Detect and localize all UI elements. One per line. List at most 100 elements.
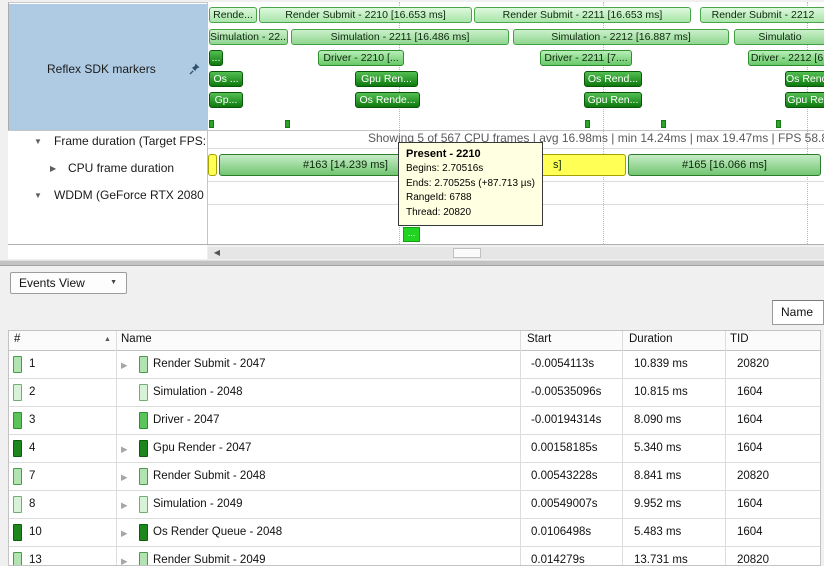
name-filter-box[interactable]: Name (772, 300, 824, 325)
column-header-duration[interactable]: Duration (629, 333, 672, 345)
collapse-arrow-icon[interactable]: ▼ (34, 137, 42, 146)
marker-bar[interactable]: Simulation - 22... (209, 29, 288, 45)
column-divider[interactable] (622, 331, 623, 566)
cpu-frame-bar[interactable]: #165 [16.066 ms] (628, 154, 821, 176)
tree-item-wddm[interactable]: ▼ WDDM (GeForce RTX 2080 SUP (8, 188, 207, 206)
column-divider[interactable] (520, 331, 521, 566)
collapse-arrow-icon[interactable]: ▼ (34, 191, 42, 200)
marker-bar[interactable]: Gpu Re (785, 92, 824, 108)
event-color-chip (13, 552, 22, 566)
column-divider[interactable] (725, 331, 726, 566)
expand-arrow-icon[interactable]: ▶ (121, 472, 128, 483)
tree-item-cpu-frame-duration[interactable]: ▶ CPU frame duration (8, 161, 207, 179)
event-name: Render Submit - 2047 (153, 358, 266, 370)
marker-bar[interactable]: Os ... (209, 71, 243, 87)
event-tid: 1604 (737, 414, 763, 426)
table-row[interactable]: 13▶Render Submit - 20490.014279s13.731 m… (9, 547, 820, 566)
column-header-start[interactable]: Start (527, 333, 551, 345)
marker-bar[interactable]: Simulation - 2211 [16.486 ms] (291, 29, 509, 45)
events-view-label: Events View (19, 276, 85, 290)
row-index: 4 (29, 442, 35, 454)
event-name: Driver - 2047 (153, 414, 219, 426)
tree-item-frame-duration[interactable]: ▼ Frame duration (Target FPS: 60 (8, 134, 207, 152)
present-tick[interactable] (776, 120, 781, 128)
tooltip-line: Begins: 2.70516s (406, 162, 535, 177)
row-index: 10 (29, 526, 42, 538)
marker-bar[interactable]: Render Submit - 2211 [16.653 ms] (474, 7, 691, 23)
marker-bar[interactable]: Render Submit - 2212 (700, 7, 824, 23)
column-header-name[interactable]: Name (121, 333, 152, 345)
scroll-left-arrow-icon[interactable]: ◀ (210, 247, 224, 259)
marker-bar[interactable]: Rende... (209, 7, 257, 23)
event-name: Gpu Render - 2047 (153, 442, 251, 454)
expand-arrow-icon[interactable]: ▶ (121, 500, 128, 511)
expand-arrow-icon[interactable]: ▶ (121, 528, 128, 539)
event-name: Render Submit - 2048 (153, 470, 266, 482)
event-start: 0.014279s (531, 554, 585, 566)
column-divider[interactable] (116, 331, 117, 566)
cpu-frame-bar[interactable] (208, 154, 217, 176)
present-tick[interactable] (585, 120, 590, 128)
expand-arrow-icon[interactable]: ▶ (121, 556, 128, 566)
event-start: 0.00549007s (531, 498, 598, 510)
marker-bar[interactable]: Os Rende... (355, 92, 420, 108)
table-row[interactable]: 8▶Simulation - 20490.00549007s9.952 ms16… (9, 491, 820, 519)
table-row[interactable]: 1▶Render Submit - 2047-0.0054113s10.839 … (9, 351, 820, 379)
present-tick[interactable] (209, 120, 214, 128)
event-color-chip (13, 384, 22, 401)
table-row[interactable]: 4▶Gpu Render - 20470.00158185s5.340 ms16… (9, 435, 820, 463)
tooltip-line: RangeId: 6788 (406, 191, 535, 206)
profiler-window: Reflex SDK markers ▼ Frame duration (Tar… (0, 0, 824, 566)
event-duration: 9.952 ms (634, 498, 681, 510)
marker-bar[interactable]: ... (209, 50, 223, 66)
events-view-dropdown[interactable]: Events View ▼ (10, 272, 127, 294)
event-duration: 10.839 ms (634, 358, 688, 370)
marker-bar[interactable]: Gpu Ren... (584, 92, 642, 108)
wddm-event-chip[interactable]: ... (403, 227, 420, 242)
table-row[interactable]: 2Simulation - 2048-0.00535096s10.815 ms1… (9, 379, 820, 407)
present-tick[interactable] (285, 120, 290, 128)
marker-bar[interactable]: Driver - 2210 [... (318, 50, 404, 66)
expand-arrow-icon[interactable]: ▶ (121, 444, 128, 455)
event-tid: 1604 (737, 442, 763, 454)
column-header-index[interactable]: # (14, 333, 20, 345)
pin-icon[interactable] (189, 62, 201, 75)
event-color-chip (13, 468, 22, 485)
marker-bar[interactable]: Gpu Ren... (355, 71, 418, 87)
chevron-down-icon: ▼ (110, 279, 117, 286)
marker-bar[interactable]: Simulation - 2212 [16.887 ms] (513, 29, 729, 45)
event-start: 0.0106498s (531, 526, 591, 538)
name-filter-label: Name (781, 305, 813, 319)
event-start: 0.00158185s (531, 442, 598, 454)
table-row[interactable]: 10▶Os Render Queue - 20480.0106498s5.483… (9, 519, 820, 547)
event-color-chip (139, 384, 148, 401)
event-color-chip (139, 468, 148, 485)
event-tid: 20820 (737, 470, 769, 482)
marker-bar[interactable]: Driver - 2211 [7.... (540, 50, 632, 66)
event-tid: 1604 (737, 386, 763, 398)
sort-ascending-icon: ▲ (104, 336, 111, 343)
event-duration: 5.483 ms (634, 526, 681, 538)
expand-arrow-icon[interactable]: ▶ (50, 164, 56, 173)
horizontal-scrollbar[interactable]: ◀ (208, 247, 824, 259)
present-tick[interactable] (661, 120, 666, 128)
marker-bar[interactable]: Render Submit - 2210 [16.653 ms] (259, 7, 472, 23)
marker-bar[interactable]: Driver - 2212 [6 (748, 50, 824, 66)
marker-bar[interactable]: Gp... (209, 92, 243, 108)
event-color-chip (139, 412, 148, 429)
panel-splitter[interactable] (0, 260, 824, 266)
marker-bar[interactable]: Simulatio (734, 29, 824, 45)
tree-item-label: WDDM (GeForce RTX 2080 SUP (54, 188, 207, 202)
table-row[interactable]: 7▶Render Submit - 20480.00543228s8.841 m… (9, 463, 820, 491)
column-header-tid[interactable]: TID (730, 333, 749, 345)
event-name: Render Submit - 2049 (153, 554, 266, 566)
row-index: 3 (29, 414, 35, 426)
row-index: 2 (29, 386, 35, 398)
table-row[interactable]: 3Driver - 2047-0.00194314s8.090 ms1604 (9, 407, 820, 435)
reflex-sdk-row-header[interactable]: Reflex SDK markers (9, 4, 207, 131)
expand-arrow-icon[interactable]: ▶ (121, 360, 128, 371)
scrollbar-thumb[interactable] (453, 248, 481, 258)
marker-bar[interactable]: Os Rend... (584, 71, 642, 87)
marker-bar[interactable]: Os Rend (785, 71, 824, 87)
event-start: -0.00535096s (531, 386, 601, 398)
